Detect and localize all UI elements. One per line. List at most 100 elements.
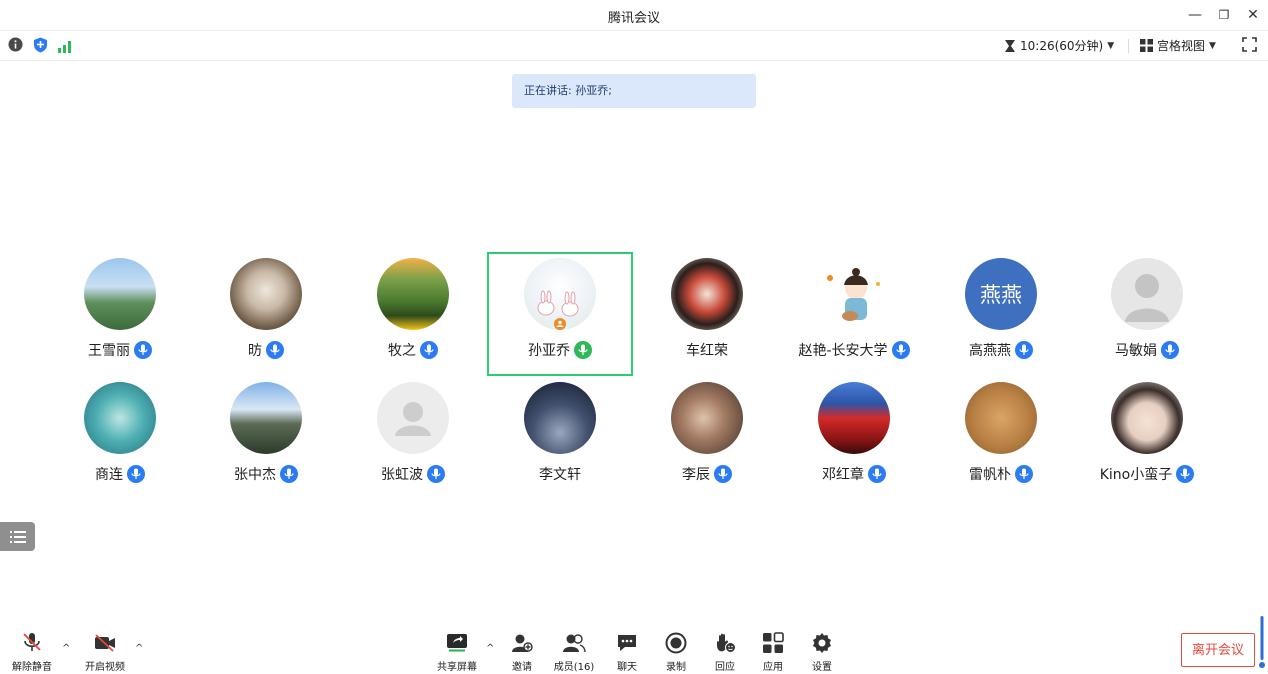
view-switcher[interactable]: 宫格视图 ▼ bbox=[1140, 37, 1216, 54]
microphone-icon bbox=[1015, 341, 1033, 359]
microphone-speaking-icon bbox=[574, 341, 592, 359]
participant-tile[interactable]: 商连 bbox=[47, 376, 193, 500]
list-icon bbox=[9, 530, 26, 543]
chevron-down-icon: ▼ bbox=[1107, 40, 1115, 51]
minimize-button[interactable]: — bbox=[1186, 6, 1204, 24]
participant-tile-active[interactable]: 孙亚乔 bbox=[487, 252, 633, 376]
participant-tile[interactable]: 李辰 bbox=[634, 376, 780, 500]
participant-name: 车红荣 bbox=[686, 343, 728, 359]
participant-tile[interactable]: 张虹波 bbox=[340, 376, 486, 500]
title-bar: 腾讯会议 — ❐ ✕ bbox=[0, 0, 1268, 30]
gear-icon bbox=[813, 633, 831, 653]
participant-name: 雷帆朴 bbox=[969, 467, 1011, 483]
participant-tile[interactable]: 赵艳-长安大学 bbox=[781, 252, 927, 376]
participant-name: 张虹波 bbox=[381, 467, 423, 483]
microphone-muted-icon bbox=[23, 633, 41, 651]
unmute-button[interactable]: 解除静音 bbox=[2, 632, 62, 673]
participant-name: 邓红章 bbox=[822, 467, 864, 483]
microphone-icon bbox=[1176, 465, 1195, 483]
participant-tile[interactable]: 燕燕 高燕燕 bbox=[928, 252, 1074, 376]
participant-tile[interactable]: 王雪丽 bbox=[47, 252, 193, 376]
video-options-arrow[interactable]: ^ bbox=[135, 643, 143, 654]
share-screen-button[interactable]: 共享屏幕 bbox=[427, 632, 487, 673]
avatar bbox=[524, 258, 596, 330]
fullscreen-icon[interactable] bbox=[1242, 37, 1257, 56]
default-avatar-icon bbox=[377, 382, 449, 454]
avatar: 燕燕 bbox=[965, 258, 1037, 330]
participant-name: 商连 bbox=[95, 467, 123, 483]
window-title: 腾讯会议 bbox=[607, 11, 660, 26]
participant-name: 赵艳-长安大学 bbox=[798, 343, 888, 359]
avatar bbox=[818, 382, 890, 454]
view-label: 宫格视图 bbox=[1157, 39, 1206, 53]
avatar bbox=[671, 258, 743, 330]
shield-icon[interactable] bbox=[33, 37, 48, 57]
members-button[interactable]: 成员(16) bbox=[544, 632, 604, 673]
microphone-icon bbox=[868, 465, 886, 483]
participant-tile[interactable]: 牧之 bbox=[340, 252, 486, 376]
audio-options-arrow[interactable]: ^ bbox=[62, 643, 70, 654]
participant-tile[interactable]: 张中杰 bbox=[193, 376, 339, 500]
close-button[interactable]: ✕ bbox=[1244, 6, 1262, 24]
avatar-initials: 燕燕 bbox=[980, 283, 1022, 307]
participant-tile[interactable]: Kino小蛮子 bbox=[1074, 376, 1220, 500]
microphone-icon bbox=[427, 465, 445, 483]
unmute-label: 解除静音 bbox=[12, 662, 52, 673]
avatar bbox=[524, 382, 596, 454]
grid-view-icon bbox=[1140, 39, 1153, 52]
participant-name: 马敏娟 bbox=[1115, 343, 1157, 359]
settings-button[interactable]: 设置 bbox=[792, 632, 852, 673]
start-video-label: 开启视频 bbox=[85, 662, 125, 673]
participant-tile[interactable]: 车红荣 bbox=[634, 252, 780, 376]
invite-button[interactable]: 邀请 bbox=[492, 632, 552, 673]
signal-icon[interactable] bbox=[57, 38, 73, 57]
participant-tile[interactable]: 雷帆朴 bbox=[928, 376, 1074, 500]
meeting-toolbar: 10:26(60分钟) ▼ 宫格视图 ▼ bbox=[0, 30, 1268, 61]
participant-name: Kino小蛮子 bbox=[1099, 467, 1173, 483]
participant-name: 牧之 bbox=[388, 343, 416, 359]
avatar bbox=[671, 382, 743, 454]
member-list-toggle[interactable] bbox=[0, 522, 35, 551]
camera-off-icon bbox=[95, 634, 115, 652]
microphone-icon bbox=[127, 465, 145, 483]
meeting-timer[interactable]: 10:26(60分钟) ▼ bbox=[1004, 37, 1114, 54]
members-label: 成员(16) bbox=[553, 662, 595, 673]
share-screen-icon bbox=[447, 634, 467, 652]
members-icon bbox=[563, 634, 586, 653]
microphone-icon bbox=[280, 465, 298, 483]
microphone-icon bbox=[266, 341, 284, 359]
share-screen-label: 共享屏幕 bbox=[437, 662, 477, 673]
restore-button[interactable]: ❐ bbox=[1215, 6, 1233, 24]
avatar bbox=[84, 382, 156, 454]
default-avatar-icon bbox=[1111, 258, 1183, 330]
leave-meeting-button[interactable]: 离开会议 bbox=[1181, 633, 1255, 667]
start-video-button[interactable]: 开启视频 bbox=[75, 632, 135, 673]
apps-icon bbox=[763, 632, 784, 653]
participant-name: 李辰 bbox=[682, 467, 710, 483]
participant-name: 王雪丽 bbox=[88, 343, 130, 359]
participant-name: 孙亚乔 bbox=[528, 343, 570, 359]
participant-tile[interactable]: 马敏娟 bbox=[1074, 252, 1220, 376]
participant-tile[interactable]: 昉 bbox=[193, 252, 339, 376]
record-icon bbox=[665, 632, 687, 654]
settings-label: 设置 bbox=[812, 662, 832, 673]
participant-name: 李文轩 bbox=[539, 467, 581, 483]
avatar bbox=[818, 258, 890, 330]
toolbar-divider bbox=[1128, 39, 1129, 53]
chat-icon bbox=[618, 635, 636, 651]
microphone-icon bbox=[891, 341, 910, 359]
participant-tile[interactable]: 邓红章 bbox=[781, 376, 927, 500]
info-icon[interactable] bbox=[8, 37, 23, 56]
microphone-icon bbox=[134, 341, 152, 359]
participant-name: 张中杰 bbox=[234, 467, 276, 483]
hourglass-icon bbox=[1005, 39, 1015, 52]
volume-indicator bbox=[1259, 616, 1265, 670]
microphone-icon bbox=[1161, 341, 1179, 359]
microphone-icon bbox=[714, 465, 732, 483]
participant-tile[interactable]: 李文轩 bbox=[487, 376, 633, 500]
speaking-banner: 正在讲话: 孙亚乔; bbox=[512, 74, 756, 108]
add-user-icon bbox=[512, 634, 533, 652]
chevron-down-icon: ▼ bbox=[1209, 40, 1216, 51]
avatar bbox=[965, 382, 1037, 454]
raise-hand-icon bbox=[717, 633, 736, 653]
